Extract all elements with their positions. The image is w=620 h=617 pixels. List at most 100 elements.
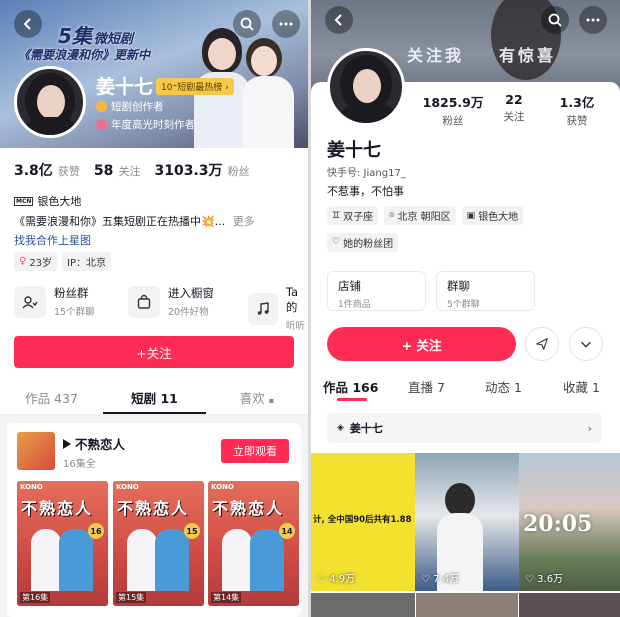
- video-tile[interactable]: 计, 全中国90后共有1.88 ♡ 4.9万: [311, 453, 415, 591]
- bio-more-link[interactable]: 更多: [233, 215, 255, 228]
- poster-brand: KONO: [211, 483, 234, 491]
- tab-works[interactable]: 作品 166: [323, 377, 378, 396]
- video-likes-count: 7.4万: [433, 574, 460, 585]
- kuaishou-id[interactable]: 快手号: Jiang17_: [327, 164, 406, 179]
- card-title: 店铺: [338, 279, 361, 293]
- back-button[interactable]: [14, 10, 42, 38]
- watch-now-button[interactable]: 立即观看: [221, 439, 289, 463]
- video-tile[interactable]: 20:05 ♡ 3.6万: [519, 453, 620, 591]
- video-likes: ♡ 7.4万: [421, 570, 459, 585]
- shortcut-music[interactable]: Ta的 听听: [248, 285, 308, 332]
- poster-brand: KONO: [20, 483, 43, 491]
- location-tag-label: 北京 朝阳区: [397, 212, 451, 223]
- tab-works[interactable]: 作品 437: [0, 388, 103, 407]
- profile-name: 姜十七: [96, 76, 154, 98]
- card-title: 群聊: [447, 279, 470, 293]
- collection-name: 姜十七: [349, 422, 383, 435]
- fan-group-tag-inner: ♡ 她的粉丝团: [327, 232, 399, 252]
- short-drama-icon: [63, 438, 71, 449]
- female-icon: ♀: [19, 256, 27, 267]
- stat-following[interactable]: 58 关注: [94, 160, 141, 179]
- location-icon: ⌾: [389, 210, 395, 221]
- search-icon: [548, 13, 562, 27]
- lock-icon: ▪: [268, 396, 275, 405]
- heart-icon: ♡: [421, 574, 430, 585]
- shortcut-fans-group[interactable]: 粉丝群 15个群聊: [14, 285, 95, 318]
- video-likes: ♡ 3.6万: [525, 570, 563, 585]
- stat-following[interactable]: 22 关注: [489, 92, 539, 124]
- stat-value: 1.3亿: [559, 95, 595, 110]
- poster-title: 不熟恋人: [212, 499, 285, 518]
- avatar[interactable]: [327, 48, 405, 126]
- episode-poster[interactable]: KONO 不熟恋人 14 第14集: [208, 481, 299, 606]
- send-icon: [536, 338, 548, 350]
- episode-poster[interactable]: KONO 不熟恋人 16 第16集: [17, 481, 108, 606]
- video-caption: 20:05: [523, 511, 593, 537]
- stat-fans[interactable]: 3103.3万 粉丝: [154, 160, 249, 180]
- mcn-row[interactable]: MCN 银色大地: [14, 193, 81, 209]
- search-button[interactable]: [541, 6, 569, 34]
- zodiac-tag: ♊ 双子座: [327, 206, 379, 225]
- episode-poster[interactable]: KONO 不熟恋人 15 第15集: [113, 481, 204, 606]
- fans-group-icon: [14, 285, 46, 318]
- more-icon: [279, 22, 293, 26]
- tab-dramas[interactable]: 短剧 11: [103, 388, 206, 407]
- building-icon: ▣: [466, 210, 476, 221]
- card-sub: 5个群聊: [447, 300, 480, 310]
- stat-value: 1825.9万: [422, 95, 484, 110]
- heart-icon: ♡: [317, 574, 326, 585]
- share-button[interactable]: [525, 327, 559, 361]
- video-caption: 计, 全中国90后共有1.88: [313, 515, 412, 525]
- rank-badge[interactable]: 10⁺短剧最热榜 ›: [156, 78, 234, 95]
- avatar[interactable]: [14, 66, 86, 138]
- group-chat-card[interactable]: 群聊 5个群聊: [436, 271, 535, 311]
- follow-button[interactable]: +关注: [14, 336, 294, 368]
- more-button[interactable]: [272, 10, 300, 38]
- collab-link[interactable]: 找我合作上星图: [14, 232, 91, 248]
- tab-label: 作品 166: [323, 380, 379, 395]
- stat-value: 3.8亿: [14, 163, 53, 179]
- shop-card[interactable]: 店铺 1件商品: [327, 271, 426, 311]
- video-tile-partial[interactable]: [519, 593, 620, 617]
- poster-title: 不熟恋人: [21, 499, 94, 518]
- age-tag-label: 23岁: [29, 258, 53, 269]
- stat-fans[interactable]: 1825.9万 粉丝: [421, 92, 485, 128]
- creator-tag: 短剧创作者: [96, 99, 164, 114]
- shortcut-sub: 听听: [285, 321, 305, 332]
- chevron-right-icon: ›: [587, 421, 592, 435]
- kuaishou-profile-panel: 关注我 有惊喜 1825.9万 粉丝 22 关注 1.3亿 获赞 姜十七 快手号…: [311, 0, 620, 617]
- bio-row: 《需要浪漫和你》五集短剧正在热播中💥... 更多: [14, 213, 299, 229]
- tab-moments[interactable]: 动态 1: [485, 377, 522, 396]
- expand-button[interactable]: [569, 327, 603, 361]
- tab-label: 动态 1: [485, 380, 522, 395]
- music-icon: [248, 292, 278, 325]
- mcn-icon: MCN: [14, 196, 34, 206]
- ip-tag: IP：北京: [62, 252, 112, 271]
- tab-live[interactable]: 直播 7: [408, 377, 445, 396]
- video-likes: ♡ 4.9万: [317, 570, 355, 585]
- profile-name: 姜十七: [327, 140, 381, 161]
- tab-label: 短剧 11: [131, 391, 178, 406]
- poster-number: 14: [279, 523, 295, 539]
- video-tile-partial[interactable]: [311, 593, 415, 617]
- shortcut-sub: 20件好物: [168, 307, 209, 318]
- search-button[interactable]: [233, 10, 261, 38]
- back-button[interactable]: [325, 6, 353, 34]
- tab-likes[interactable]: 喜欢 ▪: [206, 388, 308, 407]
- video-tile[interactable]: ♡ 7.4万: [415, 453, 519, 591]
- stat-label: 粉丝: [227, 165, 250, 178]
- follow-button[interactable]: + 关注: [327, 327, 516, 361]
- fan-group-tag[interactable]: ♡ 她的粉丝团: [327, 229, 399, 252]
- drama-title: 不熟恋人: [75, 437, 126, 452]
- poster-title: 不熟恋人: [117, 499, 190, 518]
- shortcut-showcase[interactable]: 进入橱窗 20件好物: [128, 285, 214, 318]
- tag-row: ♀ 23岁 IP：北京: [14, 252, 112, 271]
- more-button[interactable]: [579, 6, 607, 34]
- drama-episodes: 16集全: [63, 459, 96, 470]
- collection-row[interactable]: ◈ 姜十七 ›: [327, 413, 602, 443]
- tab-favorites[interactable]: 收藏 1: [563, 377, 600, 396]
- video-tile-partial[interactable]: [416, 593, 518, 617]
- stat-likes[interactable]: 3.8亿 获赞: [14, 160, 80, 180]
- chevron-down-icon: [581, 341, 591, 348]
- stat-likes[interactable]: 1.3亿 获赞: [551, 92, 603, 128]
